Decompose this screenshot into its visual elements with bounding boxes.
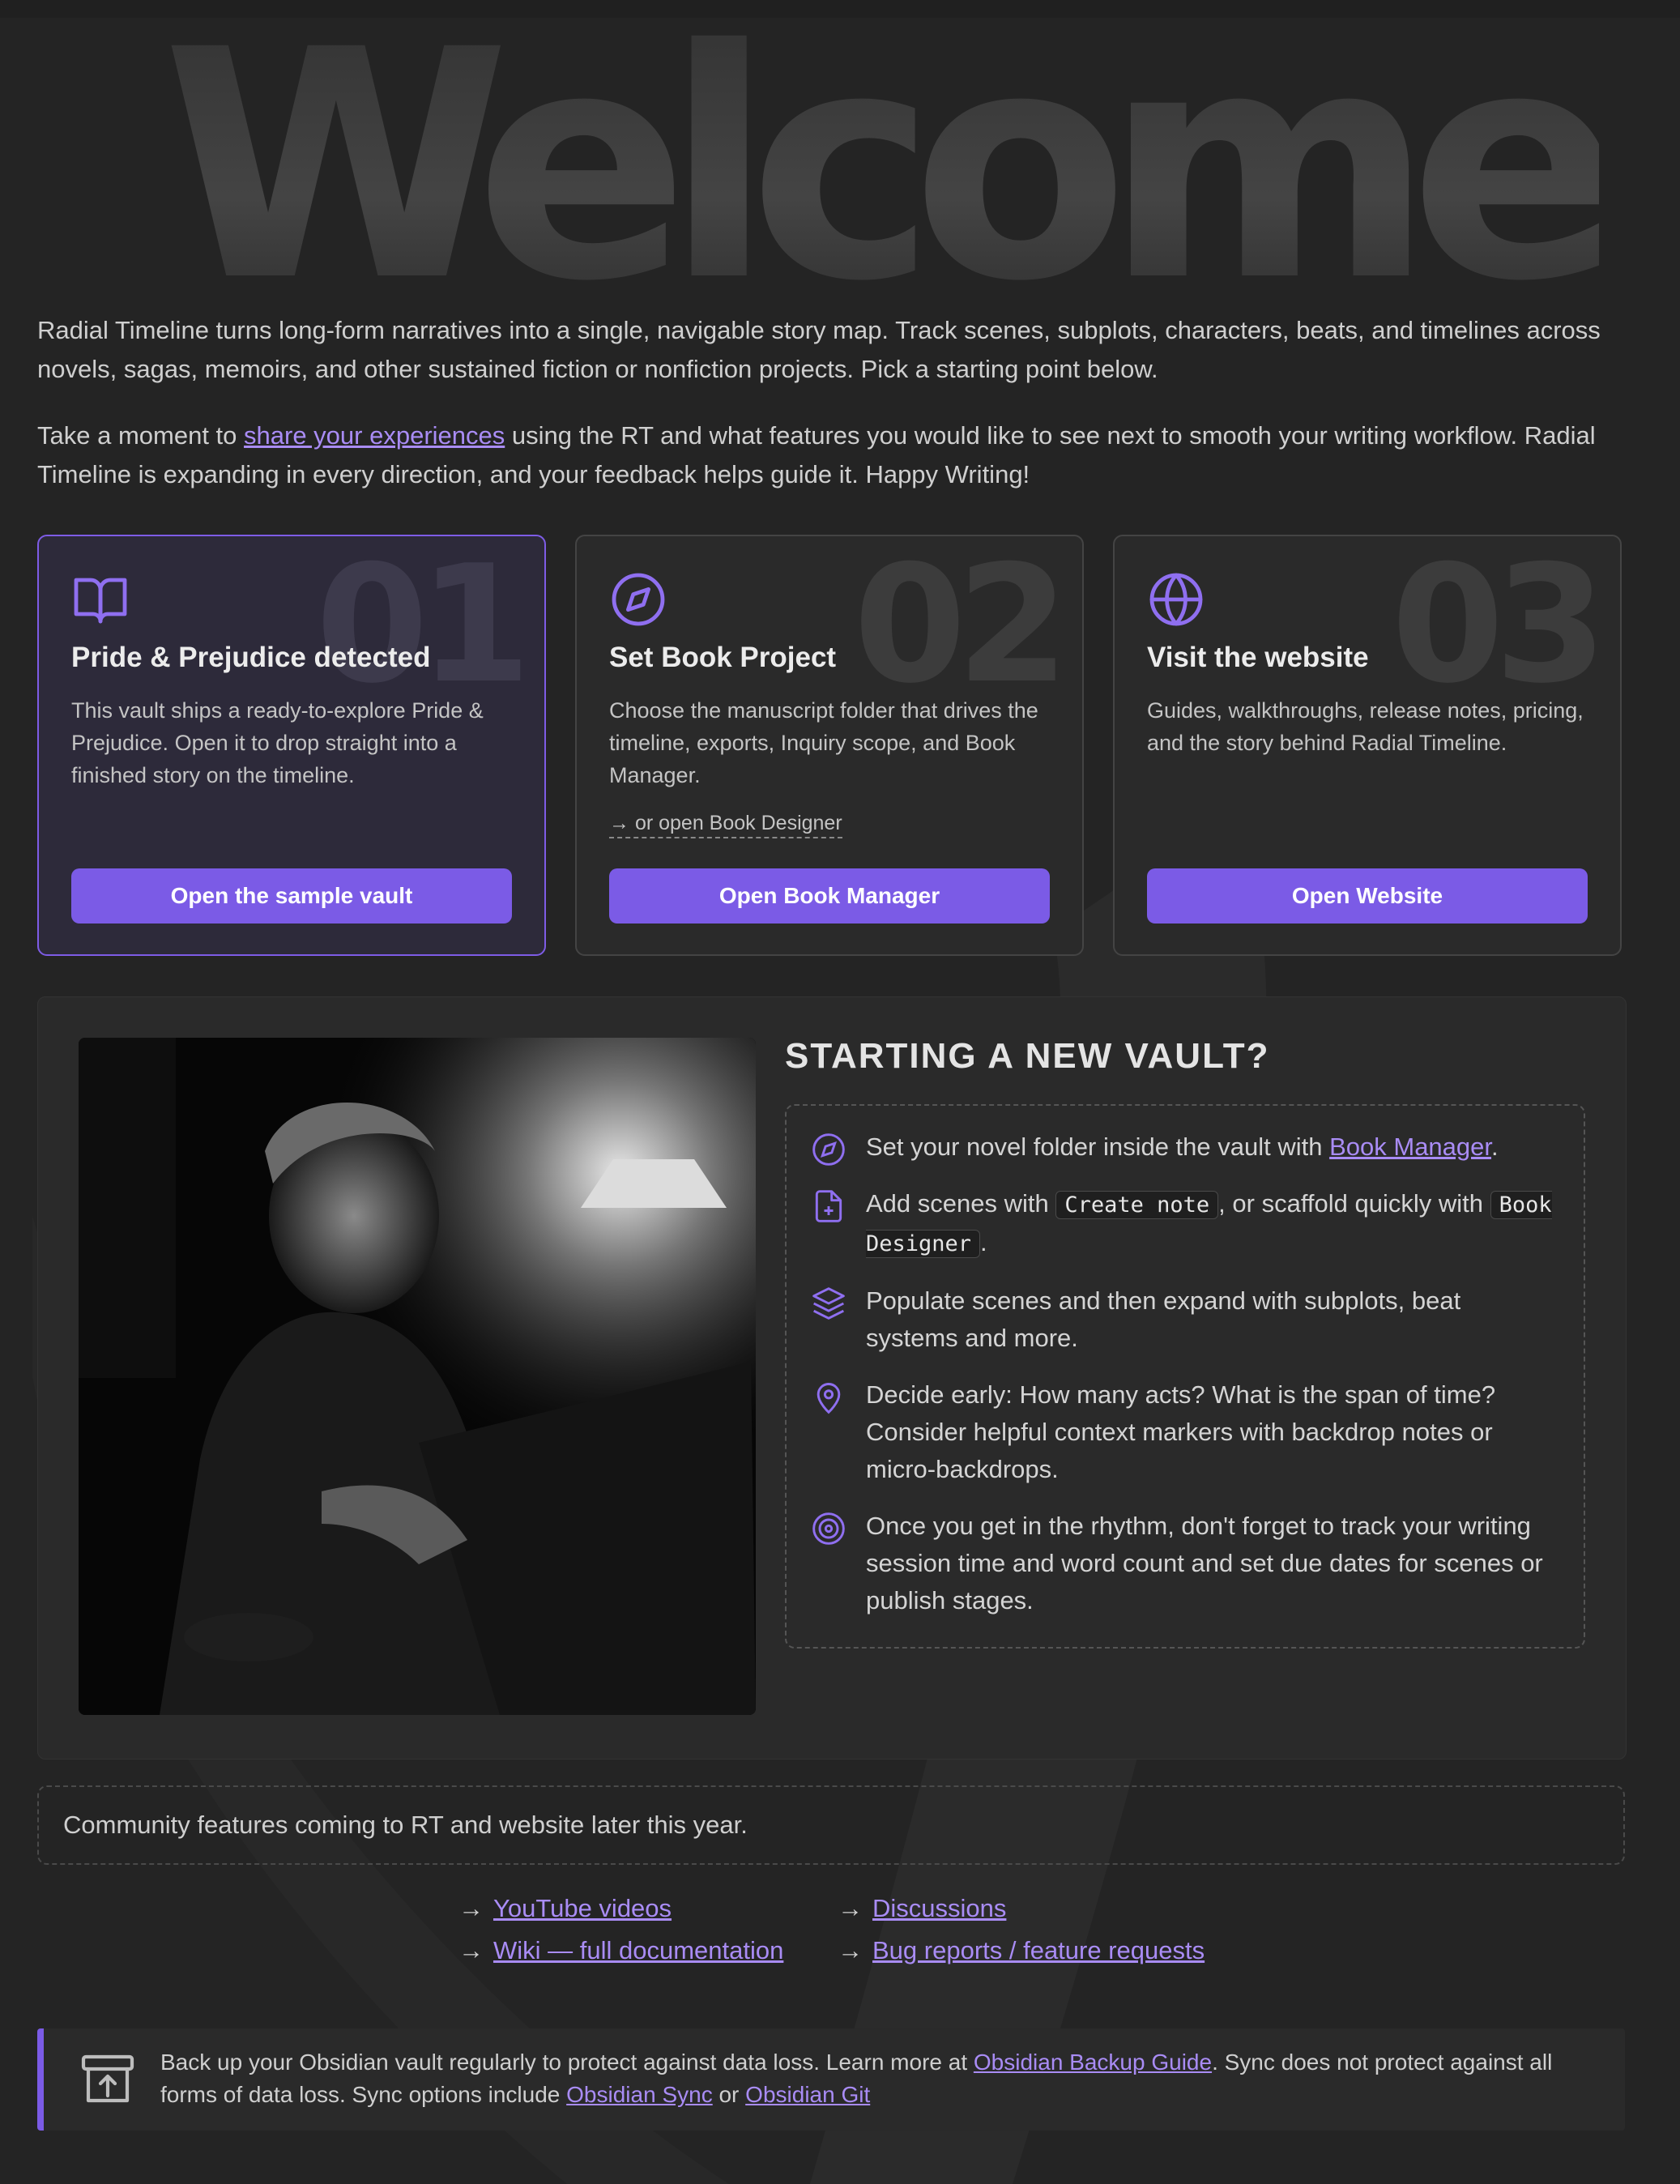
file-plus-icon: [815, 1190, 842, 1222]
obsidian-sync-link[interactable]: Obsidian Sync: [566, 2082, 713, 2107]
bug-reports-link-row: → Bug reports / feature requests: [838, 1930, 1205, 1972]
arrow-right-icon: →: [838, 1936, 863, 1964]
open-sample-vault-button[interactable]: Open the sample vault: [71, 868, 512, 924]
links-column-right: → Discussions → Bug reports / feature requ…: [838, 1888, 1205, 1972]
arrow-right-icon: →: [838, 1894, 863, 1922]
card-title: Set Book Project: [609, 642, 837, 673]
step-text: Decide early: How many acts? What is the…: [866, 1380, 1496, 1483]
wiki-link-row: → Wiki — full documentation: [458, 1930, 783, 1972]
card-description: Guides, walkthroughs, release notes, pri…: [1147, 698, 1584, 755]
website-card: 03 Visit the website Guides, walkthrough…: [1113, 535, 1622, 956]
obsidian-backup-guide-link[interactable]: Obsidian Backup Guide: [974, 2050, 1212, 2075]
new-vault-steps: Set your novel folder inside the vault w…: [785, 1104, 1585, 1649]
share-experiences-link[interactable]: share your experiences: [244, 421, 505, 450]
links-column-left: → YouTube videos → Wiki — full documentati…: [458, 1888, 783, 1972]
step-book-manager: Set your novel folder inside the vault w…: [811, 1128, 1559, 1166]
sample-vault-card: 01 Pride & Prejudice detected This vault…: [37, 535, 546, 956]
arrow-right-icon: →: [458, 1894, 484, 1922]
backup-text: Back up your Obsidian vault regularly to…: [160, 2046, 1610, 2111]
card-number: 03: [1391, 535, 1607, 719]
archive-upload-icon: [81, 2054, 134, 2103]
open-book-designer-link[interactable]: → or open Book Designer: [609, 812, 842, 838]
map-pin-icon: [817, 1383, 841, 1414]
wiki-documentation-link[interactable]: Wiki — full documentation: [493, 1936, 783, 1964]
community-text: Community features coming to RT and webs…: [63, 1811, 748, 1839]
step-text: Once you get in the rhythm, don't forget…: [866, 1512, 1543, 1615]
obsidian-git-link[interactable]: Obsidian Git: [745, 2082, 870, 2107]
youtube-link-row: → YouTube videos: [458, 1888, 783, 1930]
intro-paragraph: Radial Timeline turns long-form narrativ…: [37, 316, 1601, 383]
step-populate-scenes: Populate scenes and then expand with sub…: [811, 1282, 1559, 1357]
step-text-end: .: [1491, 1133, 1499, 1161]
backup-text-1: Back up your Obsidian vault regularly to…: [160, 2050, 974, 2075]
step-text: Set your novel folder inside the vault w…: [866, 1133, 1330, 1161]
step-decide-early: Decide early: How many acts? What is the…: [811, 1376, 1559, 1488]
writer-at-laptop-photo: [79, 1038, 756, 1715]
bug-reports-link[interactable]: Bug reports / feature requests: [872, 1936, 1205, 1964]
backup-callout: Back up your Obsidian vault regularly to…: [37, 2028, 1625, 2131]
welcome-hero-title: Welcome: [162, 0, 1623, 350]
book-manager-link[interactable]: Book Manager: [1329, 1133, 1491, 1161]
card-description: Choose the manuscript folder that drives…: [609, 698, 1038, 787]
step-text: Populate scenes and then expand with sub…: [866, 1286, 1461, 1352]
compass-icon: [812, 1133, 845, 1166]
new-vault-heading: STARTING A NEW VAULT?: [785, 1036, 1270, 1076]
book-project-card: 02 Set Book Project Choose the manuscrip…: [575, 535, 1084, 956]
step-text-mid: , or scaffold quickly with: [1218, 1189, 1490, 1218]
compass-icon: [612, 573, 665, 626]
book-open-icon: [74, 578, 127, 624]
step-track-session: Once you get in the rhythm, don't forget…: [811, 1508, 1559, 1619]
arrow-right-icon: →: [458, 1936, 484, 1964]
new-vault-panel: STARTING A NEW VAULT? Set your novel fol…: [37, 996, 1627, 1760]
card-title: Pride & Prejudice detected: [71, 642, 431, 673]
target-icon: [812, 1512, 845, 1545]
card-number: 02: [853, 535, 1069, 719]
discussions-link-row: → Discussions: [838, 1888, 1205, 1930]
card-title: Visit the website: [1147, 642, 1369, 673]
backup-text-3: or: [712, 2082, 746, 2107]
step-text: Add scenes with: [866, 1189, 1056, 1218]
card-description: This vault ships a ready-to-explore Prid…: [71, 698, 484, 787]
step-add-scenes: Add scenes with Create note, or scaffold…: [811, 1185, 1559, 1263]
feedback-paragraph: Take a moment to share your experiences …: [37, 416, 1609, 494]
card-number: 01: [315, 535, 531, 719]
step-text-end: .: [980, 1228, 987, 1256]
layers-icon: [812, 1287, 845, 1320]
open-website-button[interactable]: Open Website: [1147, 868, 1588, 924]
discussions-link[interactable]: Discussions: [872, 1894, 1006, 1922]
open-book-manager-button[interactable]: Open Book Manager: [609, 868, 1050, 924]
youtube-videos-link[interactable]: YouTube videos: [493, 1894, 672, 1922]
feedback-text-before: Take a moment to: [37, 421, 245, 450]
create-note-code: Create note: [1055, 1191, 1219, 1219]
globe-icon: [1149, 573, 1203, 626]
community-notice: Community features coming to RT and webs…: [37, 1785, 1625, 1865]
